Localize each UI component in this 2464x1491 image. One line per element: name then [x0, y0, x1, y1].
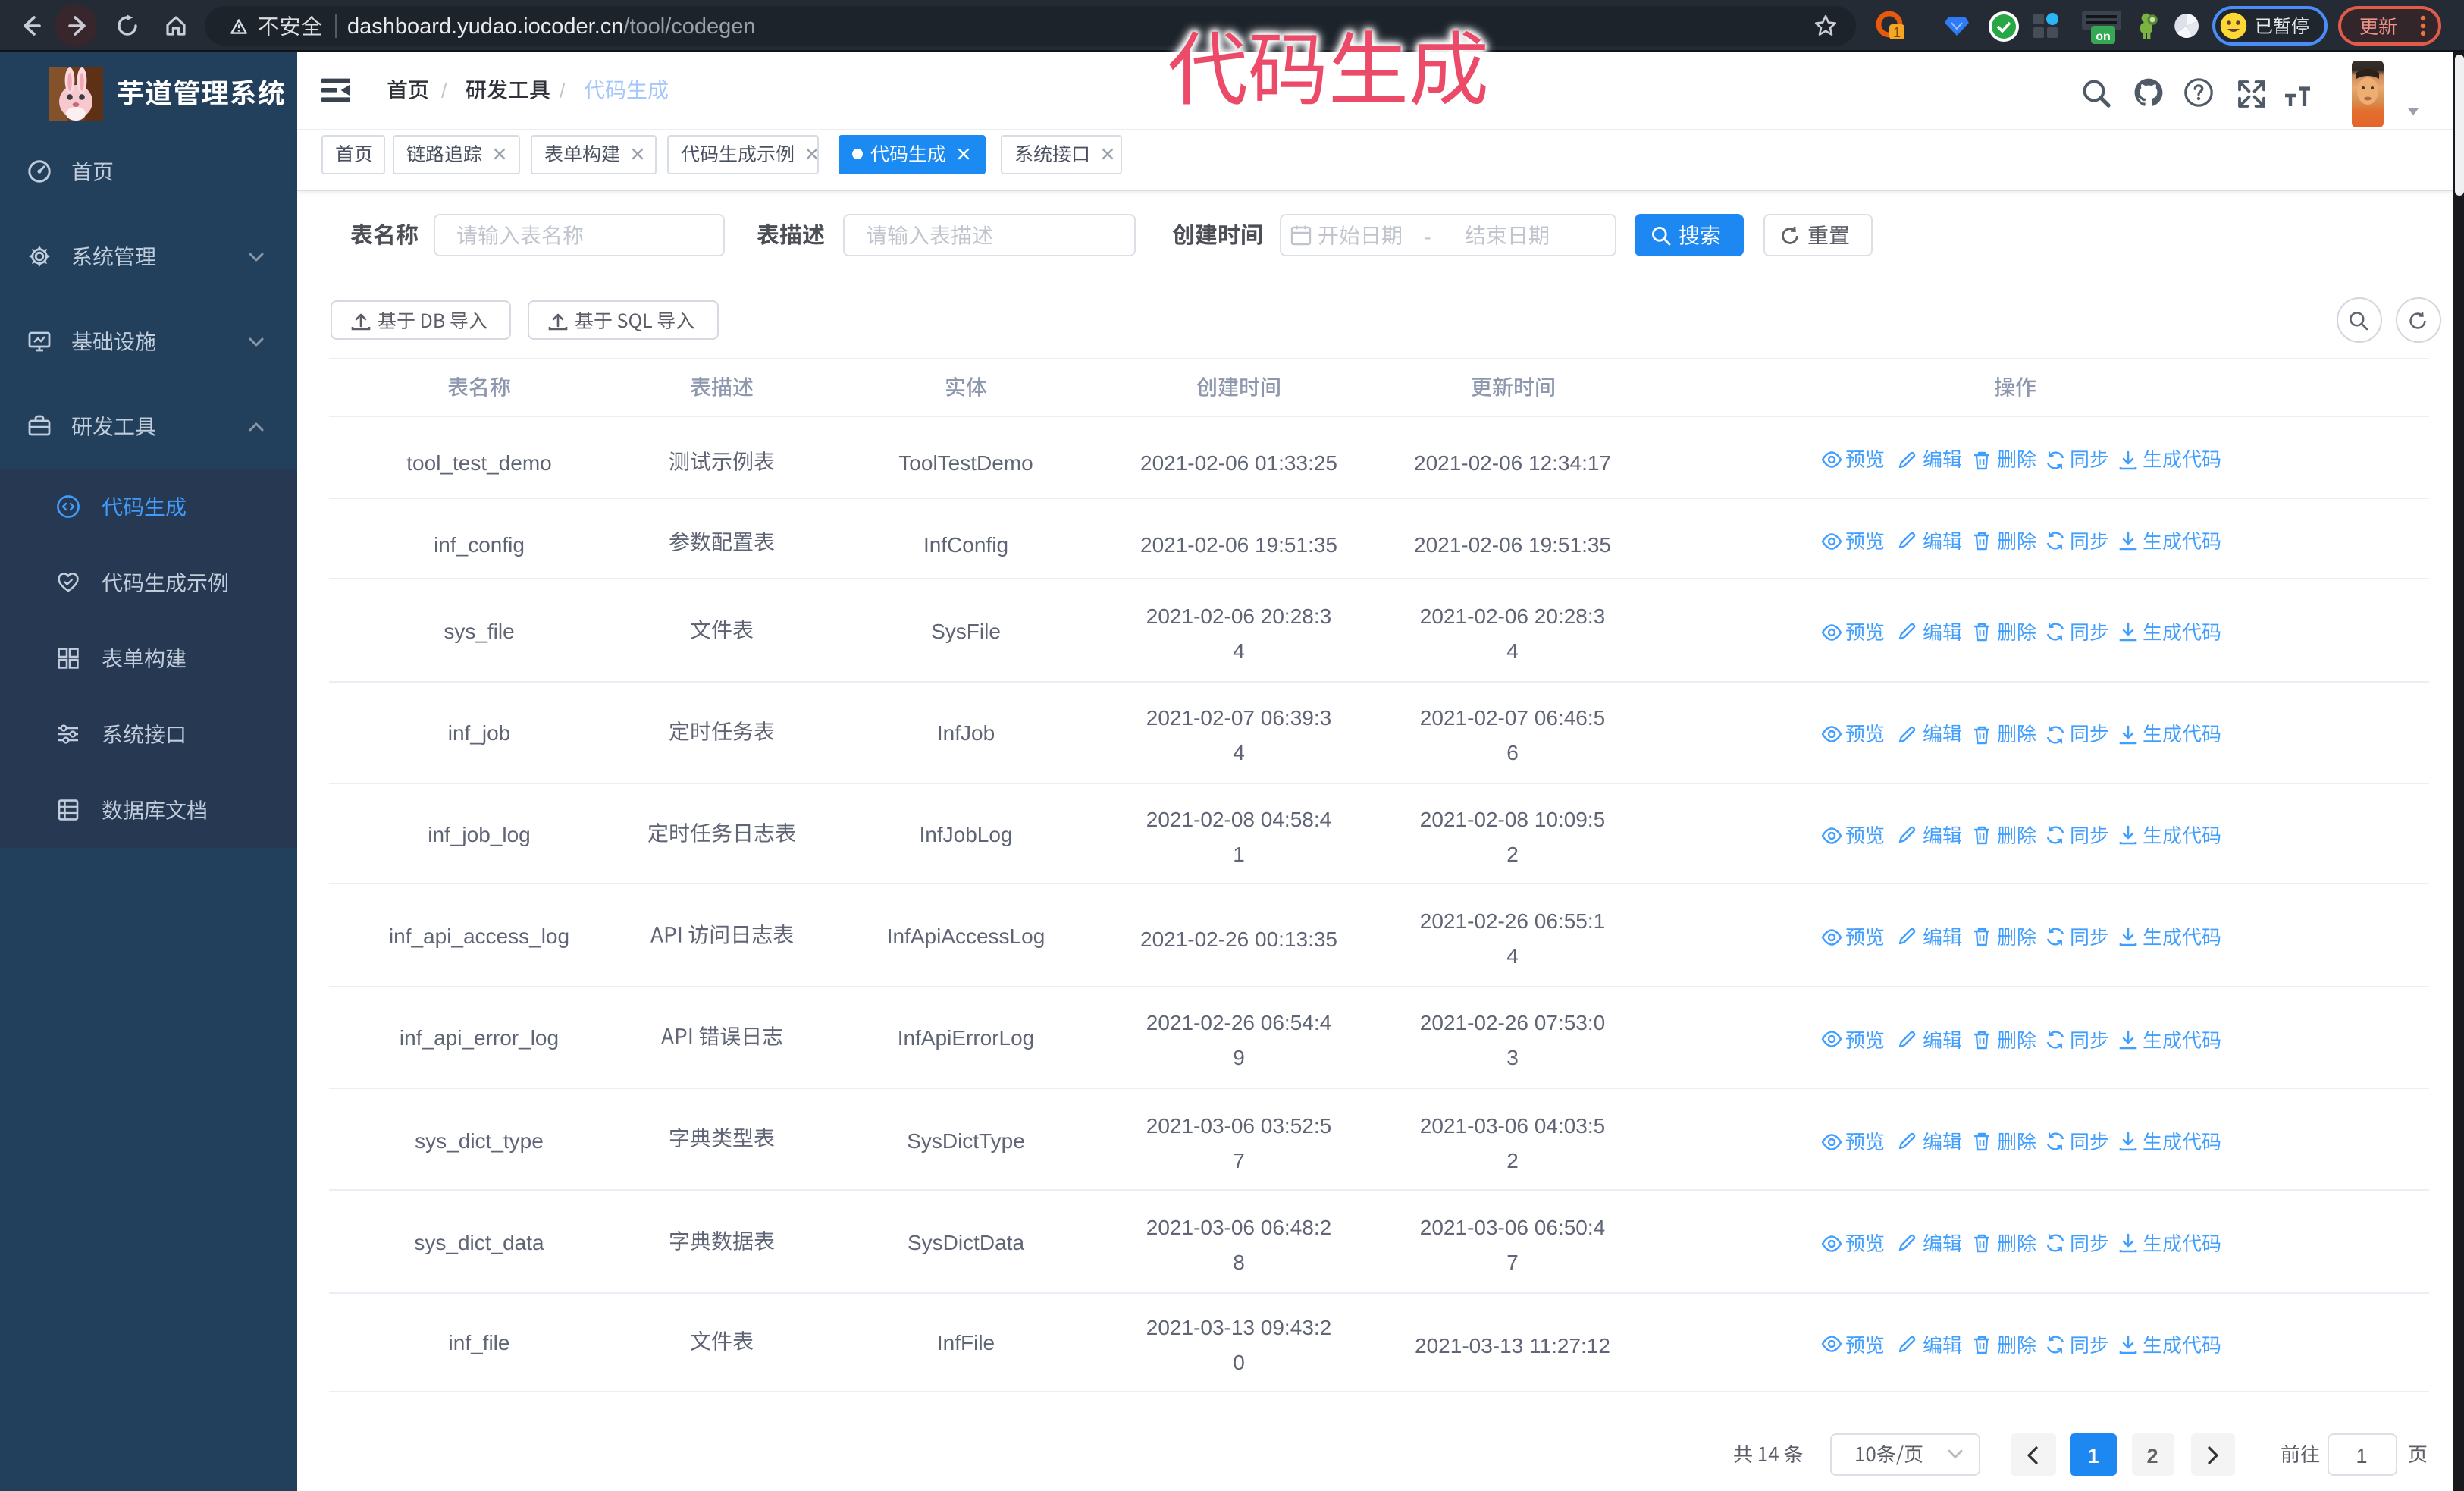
svg-text:1: 1	[1893, 25, 1901, 40]
svg-text:on: on	[2096, 30, 2111, 43]
